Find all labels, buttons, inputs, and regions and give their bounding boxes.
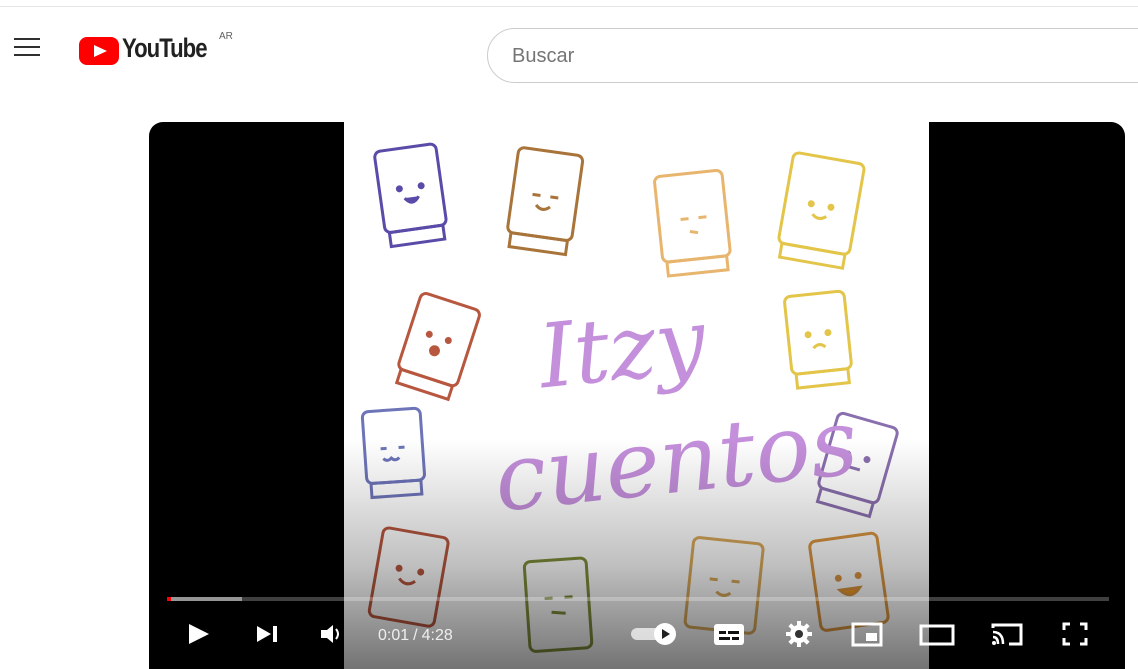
thumbnail-lettering-line1: Itzy	[534, 288, 711, 409]
search-input[interactable]	[510, 29, 1114, 84]
theater-mode-icon[interactable]	[917, 616, 957, 652]
video-player[interactable]: Itzy cuentos 0:01/4:28	[149, 122, 1125, 669]
top-divider	[0, 6, 1138, 7]
time-display: 0:01/4:28	[378, 627, 453, 645]
buffered-bar	[167, 597, 243, 601]
next-icon[interactable]	[249, 616, 285, 652]
logo-wordmark: YouTube	[122, 33, 208, 63]
cast-icon[interactable]	[987, 616, 1027, 652]
played-bar	[167, 597, 171, 601]
search-box[interactable]	[487, 28, 1138, 84]
hamburger-menu-icon[interactable]	[14, 38, 40, 58]
masthead: YouTube AR	[0, 10, 1138, 84]
autoplay-toggle[interactable]	[629, 616, 683, 652]
volume-icon[interactable]	[315, 616, 345, 652]
miniplayer-icon[interactable]	[849, 616, 885, 652]
fullscreen-icon[interactable]	[1057, 616, 1093, 652]
play-icon[interactable]	[183, 616, 213, 652]
subtitles-icon[interactable]	[711, 616, 747, 652]
settings-icon[interactable]	[781, 616, 817, 652]
current-time: 0:01	[378, 627, 410, 644]
country-code: AR	[219, 31, 233, 42]
video-frame: Itzy cuentos	[344, 122, 929, 669]
progress-bar[interactable]	[167, 597, 1109, 601]
time-separator: /	[413, 627, 418, 644]
duration: 4:28	[421, 627, 453, 644]
youtube-play-logo-icon	[79, 37, 119, 65]
